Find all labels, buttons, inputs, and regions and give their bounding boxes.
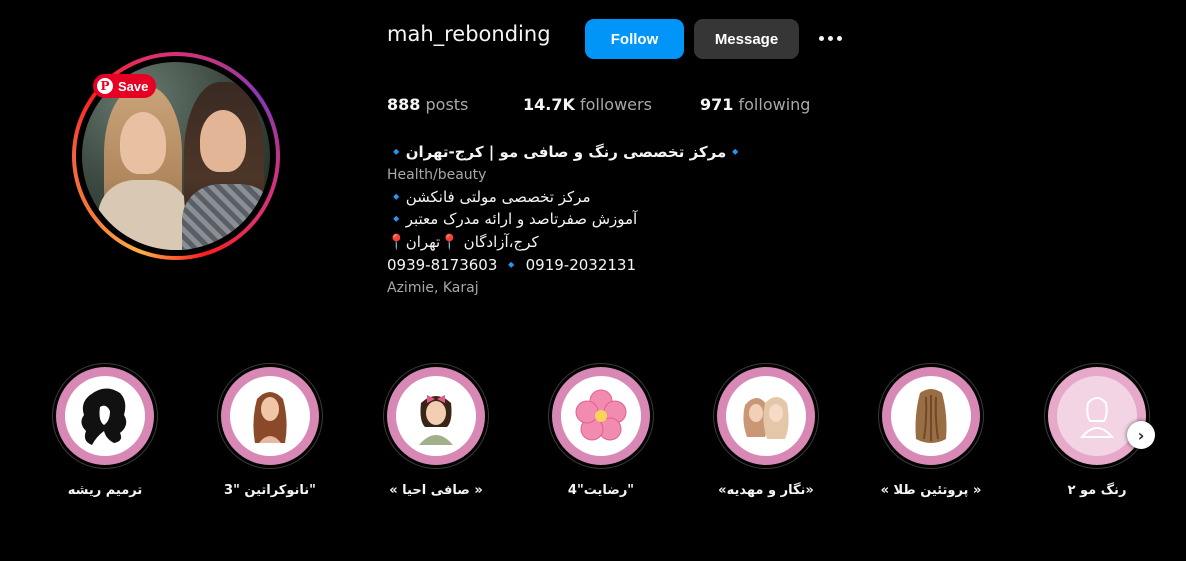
- pinterest-icon: P: [97, 78, 113, 94]
- highlight-6[interactable]: رنگ مو ۲: [1044, 363, 1150, 498]
- pinterest-save-button[interactable]: P Save: [93, 74, 157, 98]
- highlight-label: « پروتئین طلا »: [880, 483, 982, 498]
- highlight-label: رنگ مو ۲: [1067, 483, 1127, 498]
- bio-line-2: 🔹آموزش صفرتاصد و ارائه مدرک معتبر: [387, 210, 638, 228]
- chevron-right-icon[interactable]: ›: [1127, 421, 1155, 449]
- message-button[interactable]: Message: [694, 19, 799, 59]
- highlight-0[interactable]: ترمیم ریشه: [52, 363, 158, 498]
- woman-long-hair-icon: [253, 392, 287, 443]
- highlight-label: «نگار و مهدیه»: [718, 483, 814, 498]
- bio-line-3: 📍کرج،آزادگان 📍تهران: [387, 233, 539, 251]
- followers-link[interactable]: 14.7K followers: [523, 95, 652, 114]
- username: mah_rebonding: [387, 22, 551, 46]
- highlight-label: ترمیم ریشه: [67, 483, 143, 498]
- bio-line-1: 🔹مرکز تخصصی مولتی فانکشن: [387, 188, 591, 206]
- highlight-4[interactable]: «نگار و مهدیه»: [713, 363, 819, 498]
- profile-name: 🔹مرکز تخصصی رنگ و صافی مو | کرج-تهران🔹: [387, 143, 745, 161]
- profile-page: P Save mah_rebonding Follow Message 888 …: [0, 0, 1186, 561]
- woman-bow-icon: [419, 395, 453, 445]
- hair-back-icon: [915, 389, 947, 443]
- highlight-2[interactable]: « صافی احیا »: [383, 363, 489, 498]
- bio-phone-numbers: 0939-8173603 🔹 0919-2032131: [387, 256, 636, 274]
- highlight-label: « صافی احیا »: [389, 483, 483, 498]
- follow-button[interactable]: Follow: [585, 19, 684, 59]
- profile-category: Health/beauty: [387, 167, 487, 183]
- two-women-icon: [743, 397, 789, 439]
- pink-flower-icon: [575, 389, 627, 441]
- following-link[interactable]: 971 following: [700, 95, 810, 114]
- highlight-1[interactable]: نانوکراتین "3": [217, 363, 323, 498]
- highlight-5[interactable]: « پروتئین طلا »: [878, 363, 984, 498]
- posts-count: 888 posts: [387, 95, 469, 114]
- bio-location[interactable]: Azimie, Karaj: [387, 280, 479, 296]
- hair-silhouette-icon: [81, 388, 127, 445]
- highlight-label: رضایت"4": [567, 483, 635, 498]
- more-options-icon[interactable]: [815, 28, 845, 48]
- woman-outline-icon: [1079, 397, 1115, 438]
- highlight-3[interactable]: رضایت"4": [548, 363, 654, 498]
- highlight-label: نانوکراتین "3": [224, 483, 316, 498]
- save-label: Save: [118, 78, 149, 94]
